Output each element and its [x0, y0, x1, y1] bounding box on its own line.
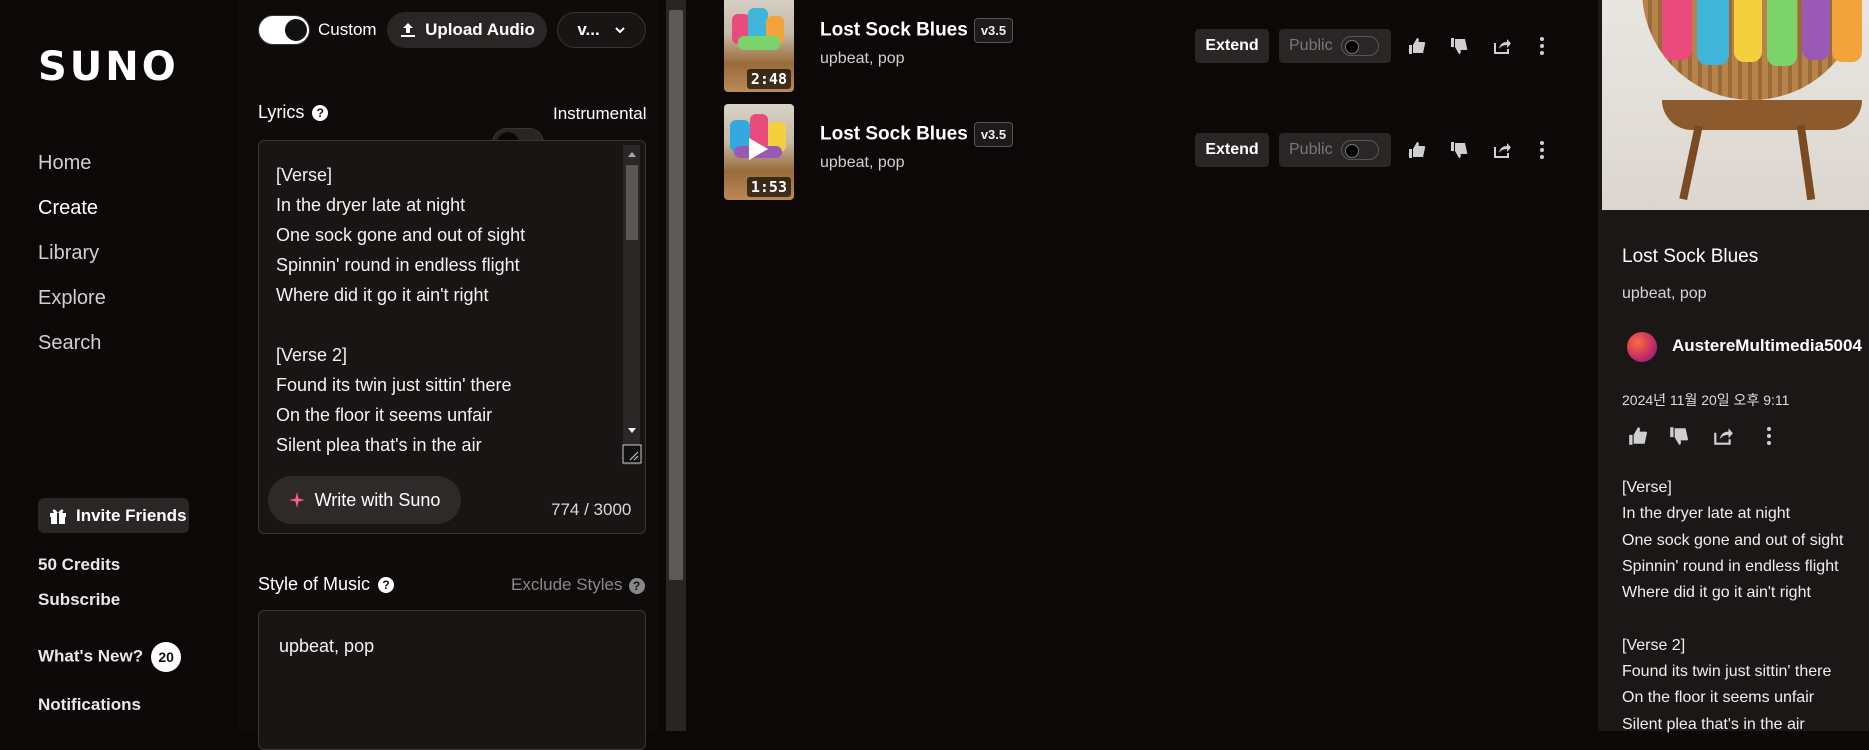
nav-library[interactable]: Library — [38, 242, 99, 265]
lyrics-char-counter: 774 / 3000 — [551, 500, 632, 519]
scroll-up-icon[interactable] — [627, 150, 637, 158]
thumbs-up-icon[interactable] — [1405, 138, 1429, 162]
write-with-suno-label: Write with Suno — [314, 489, 441, 510]
lyrics-scrollbar-thumb[interactable] — [626, 165, 638, 240]
song-duration: 2:48 — [746, 69, 791, 89]
suno-logo[interactable]: SUNO — [38, 44, 179, 90]
detail-lyrics: [Verse] In the dryer late at night One s… — [1622, 479, 1844, 733]
style-label-row: Style of Music? — [258, 574, 395, 595]
help-icon[interactable]: ? — [312, 105, 329, 122]
whats-new-link[interactable]: What's New? 20 — [38, 642, 182, 672]
nav-home[interactable]: Home — [38, 152, 91, 175]
upload-audio-button[interactable]: Upload Audio — [387, 12, 547, 48]
scroll-down-icon[interactable] — [627, 427, 637, 435]
share-icon[interactable] — [1712, 425, 1734, 452]
detail-username[interactable]: AustereMultimedia5004 — [1672, 336, 1862, 356]
nav-create[interactable]: Create — [38, 197, 98, 220]
version-badge: v3.5 — [973, 122, 1014, 147]
more-options-icon[interactable] — [1530, 138, 1554, 162]
thumbs-down-icon[interactable] — [1668, 425, 1690, 452]
song-cover-large — [1602, 0, 1869, 210]
detail-song-tags[interactable]: upbeat, pop — [1622, 285, 1707, 303]
sidebar: SUNO Home Create Library Explore Search … — [0, 0, 238, 731]
public-toggle[interactable] — [1340, 36, 1379, 56]
gift-icon — [50, 509, 66, 524]
style-of-music-input[interactable] — [258, 610, 646, 750]
panel-scrollbar-thumb[interactable] — [669, 10, 683, 580]
song-title[interactable]: Lost Sock Blues — [820, 20, 968, 41]
song-title[interactable]: Lost Sock Blues — [820, 124, 968, 145]
more-options-icon[interactable] — [1766, 426, 1772, 451]
upload-icon — [401, 23, 416, 37]
public-label: Public — [1289, 141, 1333, 158]
style-of-music-value[interactable]: upbeat, pop — [279, 636, 374, 657]
help-icon[interactable]: ? — [628, 577, 645, 594]
credits-count: 50 Credits — [38, 555, 121, 574]
upload-audio-label: Upload Audio — [425, 20, 535, 39]
public-toggle[interactable] — [1340, 140, 1379, 160]
extend-button[interactable]: Extend — [1195, 29, 1269, 63]
song-cover[interactable]: 1:53 — [724, 104, 794, 200]
whats-new-label: What's New? — [38, 646, 144, 666]
song-row[interactable]: 2:48 Lost Sock Blues v3.5 upbeat, pop Ext… — [724, 0, 1594, 100]
song-row[interactable]: 1:53 Lost Sock Blues v3.5 upbeat, pop Ext… — [724, 104, 1594, 204]
exclude-styles-row: Exclude Styles? — [511, 575, 645, 595]
instrumental-label: Instrumental — [553, 104, 647, 123]
public-toggle-button[interactable]: Public — [1279, 29, 1391, 63]
detail-song-title: Lost Sock Blues — [1622, 246, 1759, 267]
whats-new-badge: 20 — [151, 642, 182, 672]
extend-button[interactable]: Extend — [1195, 133, 1269, 167]
more-options-icon[interactable] — [1530, 34, 1554, 58]
song-tags[interactable]: upbeat, pop — [820, 50, 905, 68]
nav-explore[interactable]: Explore — [38, 287, 106, 310]
avatar[interactable] — [1627, 332, 1657, 362]
song-tags[interactable]: upbeat, pop — [820, 154, 905, 172]
invite-friends-label: Invite Friends — [76, 505, 187, 525]
subscribe-link[interactable]: Subscribe — [38, 590, 120, 610]
thumbs-up-icon[interactable] — [1627, 425, 1649, 452]
chevron-down-icon — [614, 27, 625, 34]
custom-label: Custom — [318, 20, 377, 39]
thumbs-down-icon[interactable] — [1447, 34, 1471, 58]
thumbs-up-icon[interactable] — [1405, 34, 1429, 58]
song-cover[interactable]: 2:48 — [724, 0, 794, 92]
resize-handle-icon[interactable] — [622, 444, 642, 464]
public-toggle-button[interactable]: Public — [1279, 133, 1391, 167]
exclude-styles-label: Exclude Styles — [511, 575, 623, 594]
share-icon[interactable] — [1490, 34, 1514, 58]
notifications-link[interactable]: Notifications — [38, 695, 141, 715]
thumbs-down-icon[interactable] — [1447, 138, 1471, 162]
help-icon[interactable]: ? — [378, 577, 395, 594]
public-label: Public — [1289, 37, 1333, 54]
custom-toggle[interactable] — [258, 15, 310, 45]
style-of-music-label: Style of Music — [258, 574, 371, 594]
version-badge: v3.5 — [973, 18, 1014, 43]
song-title-row: Lost Sock Blues v3.5 — [820, 122, 1014, 147]
invite-friends-button[interactable]: Invite Friends — [38, 498, 189, 533]
model-version-select[interactable]: v... — [557, 12, 646, 48]
song-title-row: Lost Sock Blues v3.5 — [820, 18, 1014, 43]
lyrics-label-row: Lyrics? — [258, 102, 329, 123]
play-icon[interactable] — [746, 136, 770, 162]
lyrics-text[interactable]: [Verse] In the dryer late at night One s… — [276, 160, 616, 460]
share-icon[interactable] — [1490, 138, 1514, 162]
detail-date: 2024년 11월 20일 오후 9:11 — [1622, 392, 1790, 408]
sparkle-icon — [288, 492, 305, 508]
nav-search[interactable]: Search — [38, 332, 101, 355]
write-with-suno-button[interactable]: Write with Suno — [268, 476, 461, 524]
song-duration: 1:53 — [746, 177, 791, 197]
model-version-value: v... — [577, 20, 600, 39]
lyrics-label: Lyrics — [258, 102, 305, 122]
